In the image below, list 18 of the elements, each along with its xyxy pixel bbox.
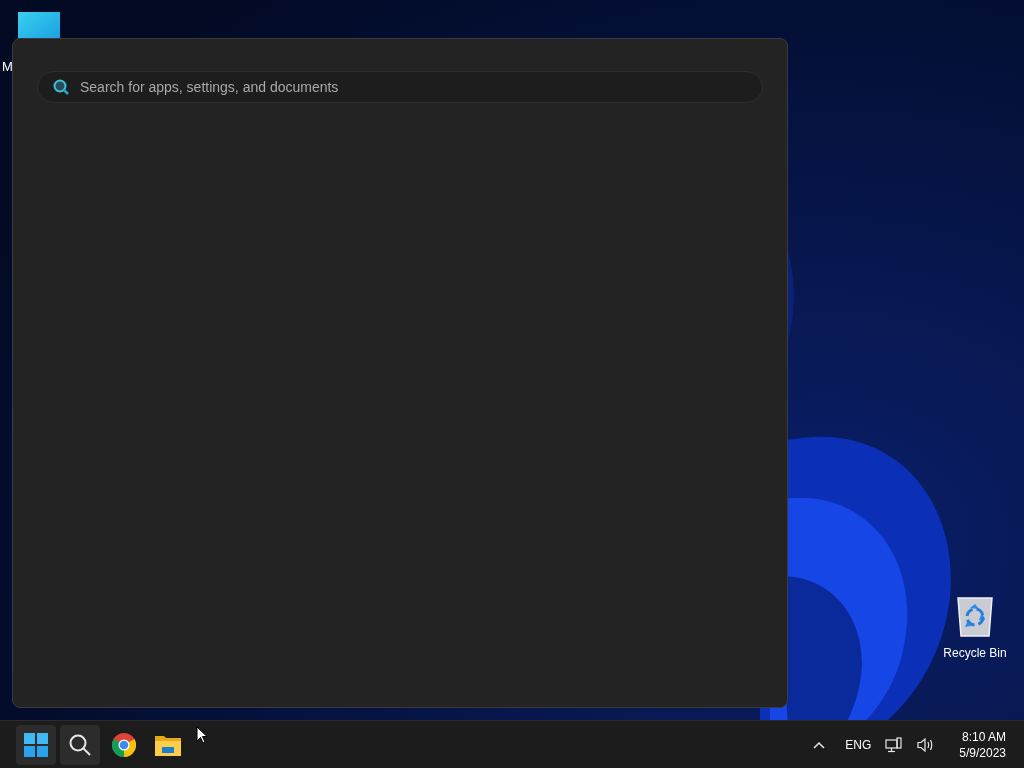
recycle-bin-icon[interactable] — [956, 596, 994, 638]
windows-logo-icon — [24, 732, 48, 757]
search-icon — [53, 79, 69, 95]
taskbar-button[interactable] — [16, 724, 56, 765]
clock[interactable]: 8:10 AM 5/9/2023 — [959, 728, 1006, 761]
time-text: 8:10 AM — [961, 728, 1006, 745]
folder-icon — [155, 733, 181, 756]
search-field[interactable]: Search for apps, settings, and documents — [37, 71, 763, 103]
icon-label: Recycle Bin — [943, 645, 1007, 662]
search-icon — [68, 732, 92, 757]
network-icon[interactable] — [885, 736, 904, 753]
taskbar-button[interactable] — [60, 724, 100, 765]
icon-label: M — [2, 58, 13, 76]
chevron-up-icon[interactable] — [813, 740, 826, 749]
browser-icon — [112, 732, 136, 757]
date-text: 5/9/2023 — [959, 744, 1006, 761]
mouse-pointer-icon — [196, 725, 208, 744]
language-indicator[interactable]: ENG — [845, 735, 872, 754]
